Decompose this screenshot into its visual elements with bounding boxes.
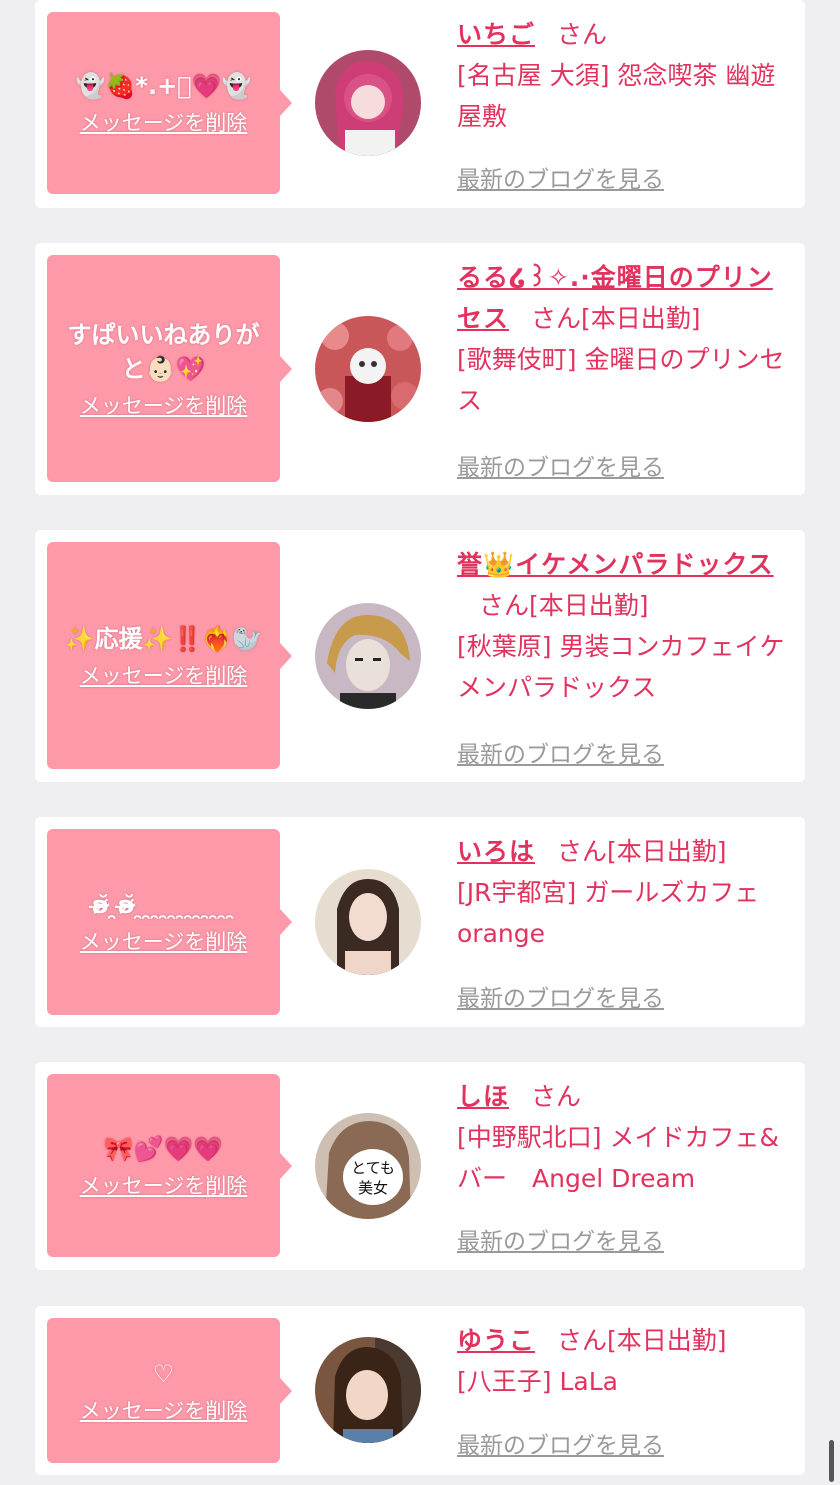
status-badge: [本日出勤] [529, 591, 649, 620]
cast-name-link[interactable]: いちご [457, 20, 535, 49]
cast-name-link[interactable]: いろは [457, 837, 535, 866]
message-text: ♡ [152, 1359, 175, 1388]
status-badge: [本日出勤] [607, 837, 727, 866]
list-item: ✨応援✨‼️❤️‍🔥🦭 メッセージを削除 誉👑イケメンパラドックスさん[本日出勤… [35, 530, 805, 782]
avatar[interactable] [315, 603, 421, 709]
message-bubble: すぱいいねありがと👶🏻💖 メッセージを削除 [47, 255, 292, 482]
shop-name: [秋葉原] 男装コンカフェイケメンパラドックス [457, 632, 785, 702]
shop-name: [名古屋 大須] 怨念喫茶 幽遊屋敷 [457, 61, 776, 131]
avatar[interactable] [315, 869, 421, 975]
cast-info: いろは さん[本日出勤] [JR宇都宮] ガールズカフェ orange [457, 831, 797, 954]
latest-blog-link[interactable]: 最新のブログを見る [457, 1222, 664, 1256]
delete-message-link[interactable]: メッセージを削除 [80, 1172, 248, 1200]
list-item: ʚ̴̶̷̆ ̯ʚ̴̶̷̆ ̯ ̯ ̯ ̯ ̯ ̯ ̯ ̯ ̯ ̯ ̯ ̯ メッセ… [35, 817, 805, 1027]
cast-info: ゆうこ さん[本日出勤] [八王子] LaLa [457, 1320, 797, 1402]
shop-name: [八王子] LaLa [457, 1367, 618, 1396]
shop-name: [歌舞伎町] 金曜日のプリンセス [457, 345, 785, 415]
list-item: 👻🍓*.+ﾟ💗👻 メッセージを削除 いちご さん [名古屋 大須] 怨念喫茶 幽遊… [35, 0, 805, 208]
list-item: すぱいいねありがと👶🏻💖 メッセージを削除 るる໒꒱✧.·金曜日のプリンセス さん… [35, 243, 805, 495]
latest-blog-link[interactable]: 最新のブログを見る [457, 979, 664, 1013]
message-text: 🎀💕💗💗 [103, 1134, 224, 1163]
avatar-caption-line-1: とても [351, 1159, 395, 1177]
cast-name-link[interactable]: 誉👑イケメンパラドックス [457, 550, 774, 579]
cast-name-link[interactable]: しほ [457, 1082, 509, 1111]
cast-name-link[interactable]: ゆうこ [457, 1326, 535, 1355]
message-bubble: ✨応援✨‼️❤️‍🔥🦭 メッセージを削除 [47, 542, 292, 769]
latest-blog-link[interactable]: 最新のブログを見る [457, 448, 664, 482]
list-item: 🎀💕💗💗 メッセージを削除 とても美女 しほ さん [中野駅北口] メイドカフェ&… [35, 1062, 805, 1270]
honorific: さん [557, 837, 608, 866]
message-text: ʚ̴̶̷̆ ̯ʚ̴̶̷̆ ̯ ̯ ̯ ̯ ̯ ̯ ̯ ̯ ̯ ̯ ̯ ̯ [91, 891, 236, 919]
avatar-caption-line-2: 美女 [358, 1179, 388, 1197]
cast-info: 誉👑イケメンパラドックスさん[本日出勤] [秋葉原] 男装コンカフェイケメンパラ… [457, 544, 797, 708]
message-text: ✨応援✨‼️❤️‍🔥🦭 [64, 624, 263, 653]
avatar[interactable] [315, 316, 421, 422]
delete-message-link[interactable]: メッセージを削除 [80, 662, 248, 690]
delete-message-link[interactable]: メッセージを削除 [80, 928, 248, 956]
cast-info: しほ さん [中野駅北口] メイドカフェ&バー Angel Dream [457, 1076, 797, 1199]
message-text: すぱいいねありがと👶🏻💖 [67, 320, 260, 383]
delete-message-link[interactable]: メッセージを削除 [80, 109, 248, 137]
status-badge: [本日出勤] [607, 1326, 727, 1355]
shop-name: [中野駅北口] メイドカフェ&バー Angel Dream [457, 1123, 779, 1193]
avatar[interactable] [315, 1337, 421, 1443]
avatar[interactable] [315, 50, 421, 156]
latest-blog-link[interactable]: 最新のブログを見る [457, 160, 664, 194]
latest-blog-link[interactable]: 最新のブログを見る [457, 1426, 664, 1460]
shop-name: [JR宇都宮] ガールズカフェ orange [457, 878, 760, 948]
message-bubble: ʚ̴̶̷̆ ̯ʚ̴̶̷̆ ̯ ̯ ̯ ̯ ̯ ̯ ̯ ̯ ̯ ̯ ̯ ̯ メッセ… [47, 829, 292, 1015]
honorific: さん [557, 20, 608, 49]
message-bubble: ♡ メッセージを削除 [47, 1318, 292, 1463]
list-item: ♡ メッセージを削除 ゆうこ さん[本日出勤] [八王子] LaLa 最新のブログ… [35, 1306, 805, 1475]
avatar[interactable]: とても 美女 [315, 1113, 421, 1219]
honorific: さん [531, 304, 582, 333]
status-badge: [本日出勤] [581, 304, 701, 333]
cast-info: いちご さん [名古屋 大須] 怨念喫茶 幽遊屋敷 [457, 14, 797, 137]
delete-message-link[interactable]: メッセージを削除 [80, 392, 248, 420]
message-text: 👻🍓*.+ﾟ💗👻 [75, 72, 252, 100]
honorific: さん [557, 1326, 608, 1355]
delete-message-link[interactable]: メッセージを削除 [80, 1397, 248, 1425]
message-bubble: 👻🍓*.+ﾟ💗👻 メッセージを削除 [47, 12, 292, 194]
honorific: さん [479, 591, 530, 620]
cast-info: るる໒꒱✧.·金曜日のプリンセス さん[本日出勤] [歌舞伎町] 金曜日のプリンセ… [457, 257, 797, 421]
scrollbar[interactable] [829, 1440, 834, 1482]
message-bubble: 🎀💕💗💗 メッセージを削除 [47, 1074, 292, 1257]
latest-blog-link[interactable]: 最新のブログを見る [457, 735, 664, 769]
honorific: さん [531, 1082, 582, 1111]
